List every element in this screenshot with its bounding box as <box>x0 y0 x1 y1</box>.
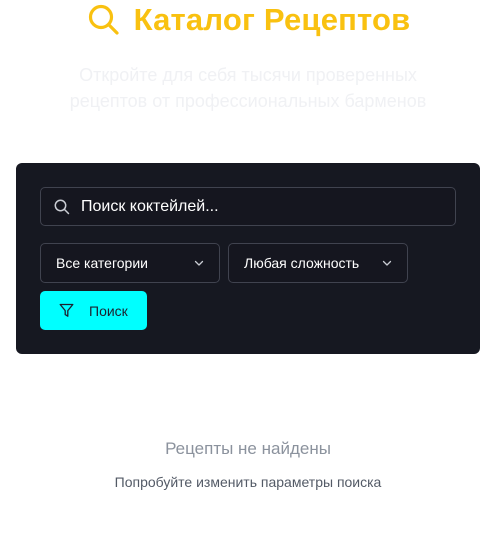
search-icon <box>53 198 71 216</box>
page-title: Каталог Рецептов <box>133 2 411 37</box>
category-select-value: Все категории <box>56 255 148 271</box>
search-panel: Все категории Любая сложность Поиск <box>16 163 480 354</box>
page-header: Каталог Рецептов <box>0 2 496 38</box>
page-subtitle: Откройте для себя тысячи проверенных рец… <box>69 65 427 111</box>
chevron-down-icon <box>193 257 205 269</box>
search-button[interactable]: Поиск <box>40 291 147 330</box>
search-input[interactable] <box>81 188 455 225</box>
category-select[interactable]: Все категории <box>40 243 220 283</box>
difficulty-select-value: Любая сложность <box>244 255 360 271</box>
chevron-down-icon <box>381 257 393 269</box>
recipe-catalog-page: Каталог Рецептов Откройте для себя тысяч… <box>0 0 496 543</box>
search-icon <box>86 2 122 38</box>
difficulty-select[interactable]: Любая сложность <box>228 243 408 283</box>
search-box[interactable] <box>40 187 456 226</box>
empty-state-message: Попробуйте изменить параметры поиска <box>114 474 382 490</box>
filter-icon <box>59 303 74 318</box>
empty-state-title: Рецепты не найдены <box>165 439 331 458</box>
search-button-label: Поиск <box>89 302 128 319</box>
